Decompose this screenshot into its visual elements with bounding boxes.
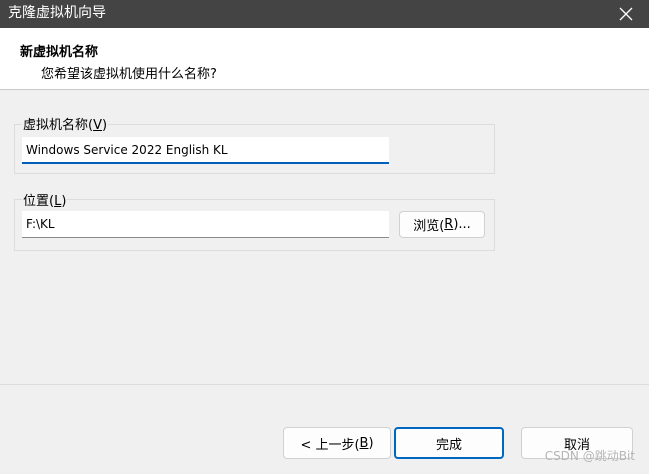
watermark: CSDN @跳动Bit (544, 449, 635, 463)
vm-name-input[interactable]: Windows Service 2022 English KL (22, 137, 389, 164)
vm-name-value: Windows Service 2022 English KL (26, 142, 228, 157)
location-input[interactable]: F:\KL (22, 211, 389, 238)
window-title: 克隆虚拟机向导 (8, 5, 106, 21)
name-group-label: 虚拟机名称(V) (22, 114, 109, 133)
location-value: F:\KL (26, 217, 55, 231)
wizard-header: 新虚拟机名称 您希望该虚拟机使用什么名称? (0, 28, 649, 90)
header-title: 新虚拟机名称 (20, 45, 99, 60)
close-button[interactable] (603, 0, 649, 28)
title-bar: 克隆虚拟机向导 (0, 0, 649, 28)
back-button[interactable]: < 上一步(B) (283, 427, 391, 459)
close-icon (619, 7, 633, 21)
header-subtitle: 您希望该虚拟机使用什么名称? (41, 67, 217, 82)
footer-separator (0, 384, 649, 385)
browse-button[interactable]: 浏览(R)... (399, 211, 485, 238)
finish-button[interactable]: 完成 (394, 427, 504, 459)
location-group-label: 位置(L) (22, 190, 68, 209)
